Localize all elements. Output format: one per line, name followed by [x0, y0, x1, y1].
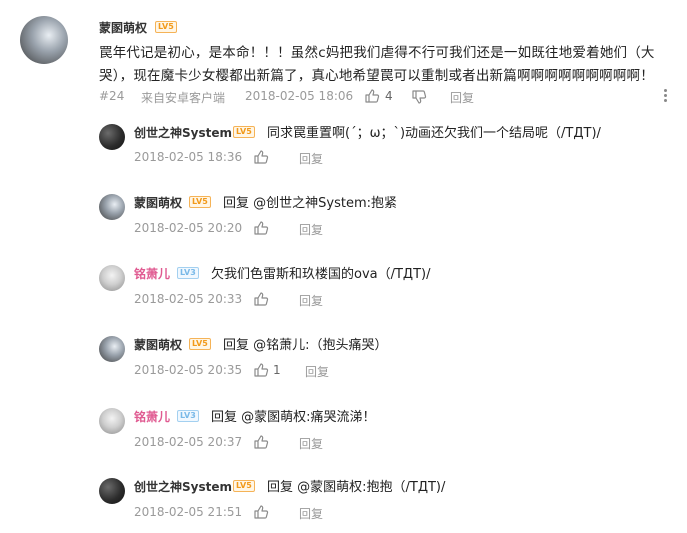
timestamp: 2018-02-05 20:20	[134, 221, 243, 235]
timestamp: 2018-02-05 20:35	[134, 363, 243, 377]
timestamp: 2018-02-05 20:33	[134, 292, 243, 306]
thumb-down-icon[interactable]	[411, 89, 427, 105]
reply-text: 同求罠重置啊(´；ω；`)动画还欠我们一个结局呢（/TДT)/	[267, 126, 601, 141]
reply-text: 回复 @蒙圂萌权:抱抱（/TДT)/	[267, 480, 446, 495]
level-badge: LV3	[177, 410, 199, 422]
thumb-up-icon[interactable]	[364, 88, 380, 104]
timestamp: 2018-02-05 21:51	[134, 505, 243, 519]
level-badge: LV5	[233, 480, 255, 492]
reply-button[interactable]: 回复	[299, 505, 323, 522]
username[interactable]: 蒙圂萌权	[134, 194, 182, 211]
reply-text: 回复 @铭萧儿:（抱头痛哭）	[223, 338, 388, 353]
level-badge: LV5	[189, 196, 211, 208]
avatar[interactable]	[99, 265, 125, 291]
reply-text: 回复 @蒙圂萌权:痛哭流涕！	[211, 410, 376, 425]
floor-number: #24	[99, 89, 125, 103]
more-icon[interactable]	[664, 89, 668, 105]
username[interactable]: 铭萧儿	[134, 265, 170, 282]
level-badge: LV5	[155, 21, 177, 33]
timestamp: 2018-02-05 18:06	[245, 89, 354, 103]
avatar[interactable]	[99, 478, 125, 504]
like-count: 4	[385, 89, 393, 103]
username[interactable]: 蒙圂萌权	[99, 19, 147, 36]
reply-text: 欠我们色雷斯和玖楼国的ova（/TДT)/	[211, 267, 431, 282]
username[interactable]: 蒙圂萌权	[134, 336, 182, 353]
comment-text: 罠年代记是初心，是本命！！！虽然c妈把我们虐得不行可我们还是一如既往地爱着她们（…	[99, 45, 655, 84]
reply-button[interactable]: 回复	[299, 435, 323, 452]
thumb-up-icon[interactable]	[253, 149, 269, 165]
client-source: 来自安卓客户端	[141, 91, 226, 105]
avatar[interactable]	[20, 16, 68, 64]
avatar[interactable]	[99, 336, 125, 362]
level-badge: LV3	[177, 267, 199, 279]
thumb-up-icon[interactable]	[253, 362, 269, 378]
reply-button[interactable]: 回复	[450, 89, 474, 106]
username[interactable]: 创世之神System	[134, 478, 232, 495]
avatar[interactable]	[99, 124, 125, 150]
avatar[interactable]	[99, 408, 125, 434]
reply-button[interactable]: 回复	[299, 221, 323, 238]
avatar[interactable]	[99, 194, 125, 220]
reply-button[interactable]: 回复	[299, 150, 323, 167]
timestamp: 2018-02-05 20:37	[134, 435, 243, 449]
thumb-up-icon[interactable]	[253, 291, 269, 307]
thumb-up-icon[interactable]	[253, 504, 269, 520]
like-count: 1	[273, 363, 281, 377]
reply-text: 回复 @创世之神System:抱紧	[223, 196, 397, 211]
level-badge: LV5	[233, 126, 255, 138]
thumb-up-icon[interactable]	[253, 434, 269, 450]
level-badge: LV5	[189, 338, 211, 350]
reply-button[interactable]: 回复	[299, 292, 323, 309]
reply-button[interactable]: 回复	[305, 363, 329, 380]
username[interactable]: 铭萧儿	[134, 408, 170, 425]
timestamp: 2018-02-05 18:36	[134, 150, 243, 164]
username[interactable]: 创世之神System	[134, 124, 232, 141]
thumb-up-icon[interactable]	[253, 220, 269, 236]
